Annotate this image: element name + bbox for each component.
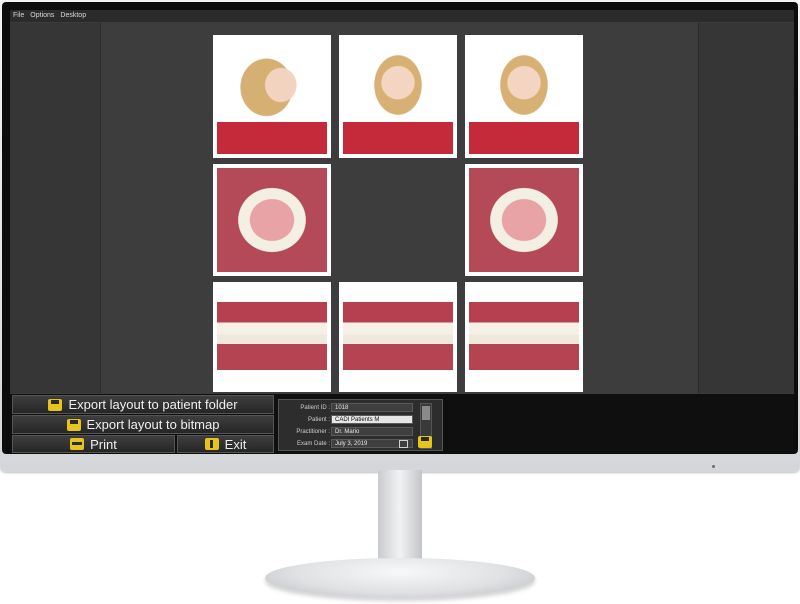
export-bitmap-button[interactable]: Export layout to bitmap: [12, 415, 274, 434]
monitor-stand-neck: [378, 470, 422, 566]
patient-info-panel: Patient ID : 1018 Patient : CADI Patient…: [278, 399, 443, 451]
exam-date-label: Exam Date :: [296, 441, 330, 447]
exit-label: Exit: [224, 436, 247, 452]
photo-profile-right[interactable]: [213, 35, 331, 158]
menu-options[interactable]: Options: [30, 10, 54, 22]
left-panel: [10, 23, 101, 393]
frontal-intraoral-image: [343, 302, 453, 370]
menu-bar: File Options Desktop: [10, 10, 794, 22]
menu-desktop[interactable]: Desktop: [60, 10, 86, 22]
app-screen: File Options Desktop Export layout to pa…: [10, 10, 794, 453]
patient-id-label: Patient ID :: [300, 405, 330, 411]
photo-layout-grid: [101, 23, 697, 393]
export-patient-folder-label: Export layout to patient folder: [68, 397, 238, 412]
upper-occlusal-image: [217, 168, 327, 272]
photo-frontal-smile[interactable]: [465, 35, 583, 158]
export-patient-folder-button[interactable]: Export layout to patient folder: [12, 395, 274, 414]
export-bitmap-label: Export layout to bitmap: [86, 417, 220, 432]
photo-lower-occlusal[interactable]: [465, 164, 583, 276]
monitor-bezel: File Options Desktop Export layout to pa…: [2, 2, 798, 454]
monitor-stand-base: [265, 558, 535, 598]
right-panel: [698, 23, 794, 393]
right-buccal-image: [217, 302, 327, 370]
print-button[interactable]: Print: [12, 435, 175, 453]
lower-occlusal-image: [469, 168, 579, 272]
left-buccal-image: [469, 302, 579, 370]
printer-icon: [70, 438, 85, 450]
practitioner-label: Practitioner :: [296, 429, 330, 435]
calendar-icon[interactable]: [399, 440, 408, 448]
exit-button[interactable]: Exit: [177, 435, 274, 453]
power-led: [712, 465, 715, 468]
photo-frontal[interactable]: [339, 35, 457, 158]
monitor: File Options Desktop Export layout to pa…: [0, 0, 800, 472]
patient-id-field[interactable]: 1018: [331, 403, 413, 412]
patient-label: Patient :: [307, 417, 330, 423]
print-label: Print: [90, 436, 117, 452]
photo-left-buccal[interactable]: [465, 282, 583, 392]
patient-field[interactable]: CADI Patients M: [331, 415, 413, 424]
floppy-disk-icon: [48, 398, 63, 411]
floppy-disk-icon: [66, 418, 81, 431]
frontal-photo-image: [343, 39, 453, 154]
profile-photo-image: [217, 39, 327, 154]
bottom-toolbar: Export layout to patient folder Export l…: [10, 394, 794, 453]
save-icon[interactable]: [418, 436, 432, 448]
photo-right-buccal[interactable]: [213, 282, 331, 392]
practitioner-field[interactable]: Dr. Mario: [331, 427, 413, 436]
scrollbar-thumb[interactable]: [422, 406, 430, 420]
exit-door-icon: [204, 438, 219, 450]
menu-file[interactable]: File: [13, 10, 24, 22]
photo-upper-occlusal[interactable]: [213, 164, 331, 276]
photo-frontal-intraoral[interactable]: [339, 282, 457, 392]
smile-photo-image: [469, 39, 579, 154]
